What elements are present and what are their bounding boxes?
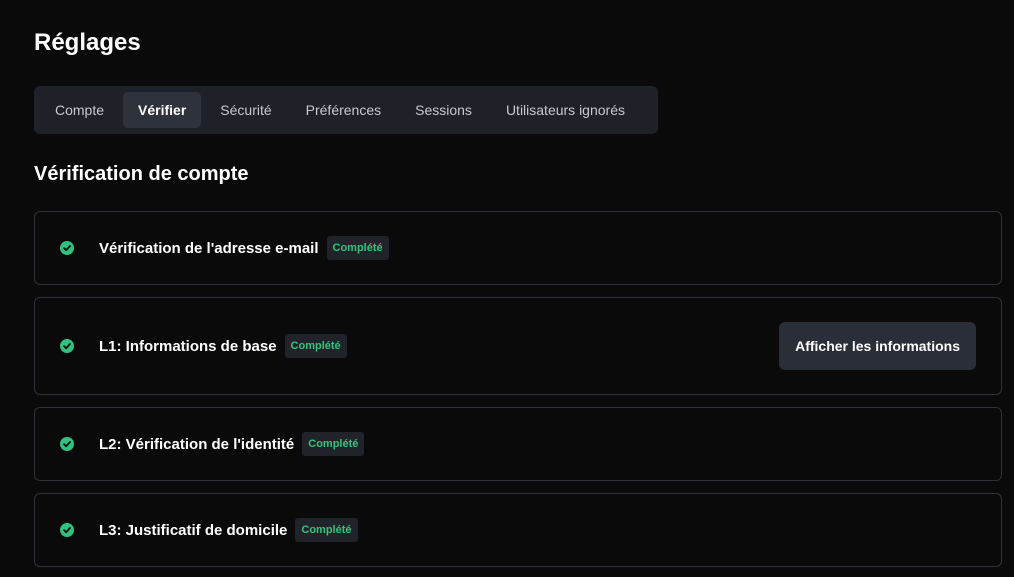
tab-securite[interactable]: Sécurité (205, 92, 286, 128)
tab-preferences[interactable]: Préférences (291, 92, 396, 128)
section-title: Vérification de compte (34, 163, 249, 185)
check-circle-icon (60, 523, 74, 537)
verification-label: Vérification de l'adresse e-mail (99, 239, 319, 257)
status-badge: Complété (295, 518, 358, 542)
verification-item: Vérification de l'adresse e-mail Complét… (99, 236, 389, 260)
verification-card-l3: L3: Justificatif de domicile Complété (34, 493, 1002, 567)
verification-item: L3: Justificatif de domicile Complété (99, 518, 358, 542)
check-circle-icon (60, 339, 74, 353)
verification-item: L1: Informations de base Complété (99, 334, 347, 358)
show-information-button[interactable]: Afficher les informations (779, 322, 976, 370)
verification-item: L2: Vérification de l'identité Complété (99, 432, 365, 456)
page-title: Réglages (34, 29, 141, 56)
verification-label: L3: Justificatif de domicile (99, 521, 288, 539)
settings-page: Réglages Compte Vérifier Sécurité Préfér… (0, 0, 1014, 577)
check-circle-icon (60, 437, 74, 451)
verification-card-l1: L1: Informations de base Complété Affich… (34, 297, 1002, 395)
status-badge: Complété (302, 432, 365, 456)
tab-sessions[interactable]: Sessions (400, 92, 487, 128)
tab-compte[interactable]: Compte (40, 92, 119, 128)
settings-tabs: Compte Vérifier Sécurité Préférences Ses… (34, 86, 658, 134)
verification-card-email: Vérification de l'adresse e-mail Complét… (34, 211, 1002, 285)
status-badge: Complété (284, 334, 347, 358)
check-circle-icon (60, 241, 74, 255)
tab-utilisateurs-ignores[interactable]: Utilisateurs ignorés (491, 92, 640, 128)
status-badge: Complété (326, 236, 389, 260)
verification-label: L2: Vérification de l'identité (99, 435, 295, 453)
verification-label: L1: Informations de base (99, 337, 277, 355)
verification-card-l2: L2: Vérification de l'identité Complété (34, 407, 1002, 481)
tab-verifier[interactable]: Vérifier (123, 92, 202, 128)
